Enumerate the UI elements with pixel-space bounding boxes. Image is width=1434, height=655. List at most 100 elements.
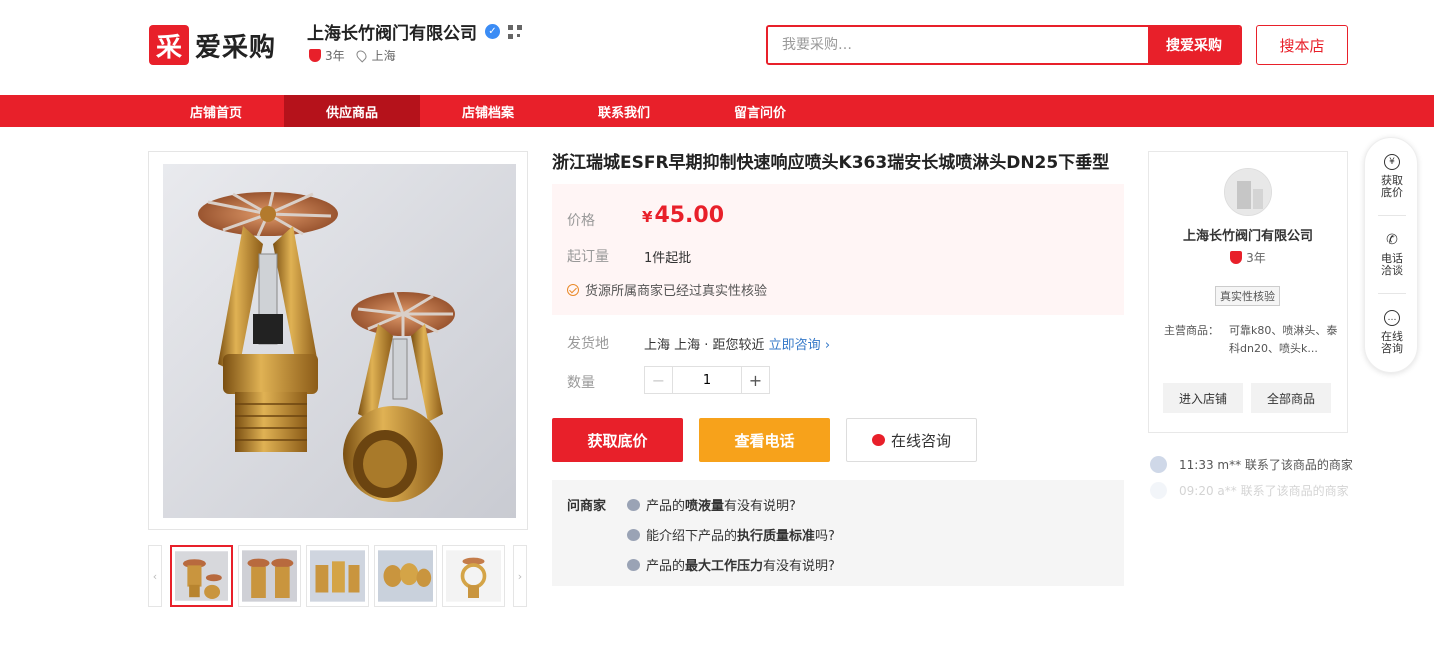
product-title: 浙江瑞城ESFR早期抑制快速响应喷头K363瑞安长城喷淋头DN25下垂型 (552, 148, 1124, 186)
nav-contact-us[interactable]: 联系我们 (556, 95, 692, 127)
online-consult-button[interactable]: 在线咨询 (846, 418, 977, 462)
q2-pre: 能介绍下产品的 (646, 529, 738, 544)
building-icon (1225, 169, 1271, 215)
moq-label: 起订量 (567, 249, 609, 265)
user-avatar-icon (1150, 482, 1167, 499)
thumbnail-image (446, 550, 501, 602)
store-years-text: 3年 (1246, 251, 1266, 265)
qty-decrease-button[interactable]: − (645, 367, 672, 393)
main-products-label: 主营商品： (1164, 324, 1219, 337)
shop-meta: 3年 上海 (309, 47, 396, 64)
store-nav: 店铺首页 供应商品 店铺档案 联系我们 留言问价 (0, 95, 1434, 127)
qr-code-icon[interactable] (508, 24, 522, 39)
thumbnail-image (310, 550, 365, 602)
activity-text: 11:33 m** 联系了该商品的商家 (1179, 458, 1353, 472)
shop-years: 3年 (325, 49, 345, 63)
side-phone-label: 电话 洽谈 (1381, 252, 1403, 277)
side-get-price[interactable]: ¥ 获取 底价 (1365, 154, 1419, 199)
site-header: 采 爱采购 上海长竹阀门有限公司 ✓ 3年 上海 搜爱采购 搜本店 (0, 0, 1434, 95)
q1-bold: 喷液量 (685, 499, 725, 514)
side-phone[interactable]: ✆ 电话 洽谈 (1365, 232, 1419, 277)
phone-icon: ✆ (1386, 232, 1398, 248)
thumbnail-3[interactable] (306, 545, 369, 607)
q3-pre: 产品的 (646, 559, 686, 574)
all-products-button[interactable]: 全部商品 (1251, 383, 1331, 413)
ask-question-3[interactable]: 产品的 最大工作压力 有没有说明? (627, 555, 835, 574)
yuan-icon: ¥ (1384, 154, 1400, 170)
side-get-price-label: 获取 底价 (1381, 174, 1403, 199)
store-avatar[interactable] (1224, 168, 1272, 216)
verified-note: 货源所属商家已经过真实性核验 (567, 280, 767, 299)
thumbnail-1[interactable] (170, 545, 233, 607)
currency-symbol: ¥ (642, 208, 653, 226)
side-online-label: 在线 咨询 (1381, 330, 1403, 355)
logo-text: 爱采购 (195, 32, 277, 63)
floating-side-bar: ¥ 获取 底价 ✆ 电话 洽谈 … 在线 咨询 (1364, 137, 1418, 373)
chat-icon: … (1384, 310, 1400, 326)
shop-name-row: 上海长竹阀门有限公司 ✓ (307, 19, 522, 44)
sprinkler-photo (163, 164, 516, 518)
thumbnail-2[interactable] (238, 545, 301, 607)
verified-chat-icon[interactable]: ✓ (485, 24, 500, 39)
ship-value: 上海 上海 · 距您较近 (644, 338, 765, 353)
nav-store-home[interactable]: 店铺首页 (148, 95, 284, 127)
user-avatar-icon (1150, 456, 1167, 473)
ask-question-1[interactable]: 产品的 喷液量 有没有说明? (627, 495, 796, 514)
qty-increase-button[interactable]: + (742, 367, 769, 393)
logo-mark-icon: 采 (149, 25, 189, 65)
q2-post: 吗? (815, 529, 835, 544)
search-site-button[interactable]: 搜爱采购 (1148, 27, 1240, 63)
nav-supply-products[interactable]: 供应商品 (284, 95, 420, 127)
enter-store-button[interactable]: 进入店铺 (1163, 383, 1243, 413)
shop-name[interactable]: 上海长竹阀门有限公司 (307, 19, 477, 44)
quantity-stepper: − + (644, 366, 770, 394)
price-amount: 45.00 (654, 203, 725, 228)
chat-bubble-icon (871, 434, 885, 446)
speech-bubble-icon (627, 558, 640, 571)
get-lowest-price-button[interactable]: 获取底价 (552, 418, 683, 462)
price-label: 价格 (567, 213, 595, 229)
activity-item: 11:33 m** 联系了该商品的商家 (1150, 456, 1353, 473)
speech-bubble-icon (627, 498, 640, 511)
site-logo[interactable]: 采 爱采购 (149, 24, 276, 66)
q2-bold: 执行质量标准 (737, 529, 816, 544)
q1-pre: 产品的 (646, 499, 686, 514)
side-divider (1378, 293, 1406, 294)
chevron-right-icon: › (824, 338, 831, 353)
product-main-image[interactable] (148, 151, 528, 530)
membership-badge-icon (309, 49, 321, 62)
thumbnail-4[interactable] (374, 545, 437, 607)
thumbnail-image (175, 551, 228, 601)
qty-input[interactable] (672, 367, 742, 393)
store-card-name[interactable]: 上海长竹阀门有限公司 (1148, 225, 1348, 244)
check-circle-icon (567, 284, 579, 296)
ship-row: 上海 上海 · 距您较近 立即咨询 › (644, 334, 830, 353)
consult-now-link[interactable]: 立即咨询 › (769, 338, 830, 353)
consult-now-text: 立即咨询 (768, 338, 821, 353)
ask-question-2[interactable]: 能介绍下产品的 执行质量标准 吗? (627, 525, 835, 544)
thumb-prev-arrow-icon[interactable]: ‹ (148, 545, 162, 607)
main-products-value: 可靠k80、喷淋头、泰科dn20、喷头k... (1229, 324, 1338, 355)
online-consult-label: 在线咨询 (890, 431, 951, 450)
q3-bold: 最大工作压力 (685, 559, 764, 574)
q3-post: 有没有说明? (763, 559, 835, 574)
store-card-years: 3年 (1148, 249, 1348, 266)
shop-location: 上海 (371, 49, 396, 63)
search-input[interactable] (768, 27, 1148, 63)
speech-bubble-icon (627, 528, 640, 541)
side-divider (1378, 215, 1406, 216)
thumb-next-arrow-icon[interactable]: › (513, 545, 527, 607)
thumbnail-image (242, 550, 297, 602)
thumbnail-5[interactable] (442, 545, 505, 607)
nav-leave-message[interactable]: 留言问价 (692, 95, 828, 127)
ask-seller-label: 问商家 (567, 499, 607, 514)
ship-label: 发货地 (567, 336, 609, 352)
search-bar: 搜爱采购 (766, 25, 1242, 65)
view-phone-button[interactable]: 查看电话 (699, 418, 830, 462)
side-online-consult[interactable]: … 在线 咨询 (1365, 310, 1419, 355)
activity-item: 09:20 a** 联系了该商品的商家 (1150, 482, 1349, 499)
qty-label: 数量 (567, 375, 595, 391)
nav-store-profile[interactable]: 店铺档案 (420, 95, 556, 127)
membership-badge-icon (1230, 251, 1243, 264)
search-store-button[interactable]: 搜本店 (1256, 25, 1348, 65)
